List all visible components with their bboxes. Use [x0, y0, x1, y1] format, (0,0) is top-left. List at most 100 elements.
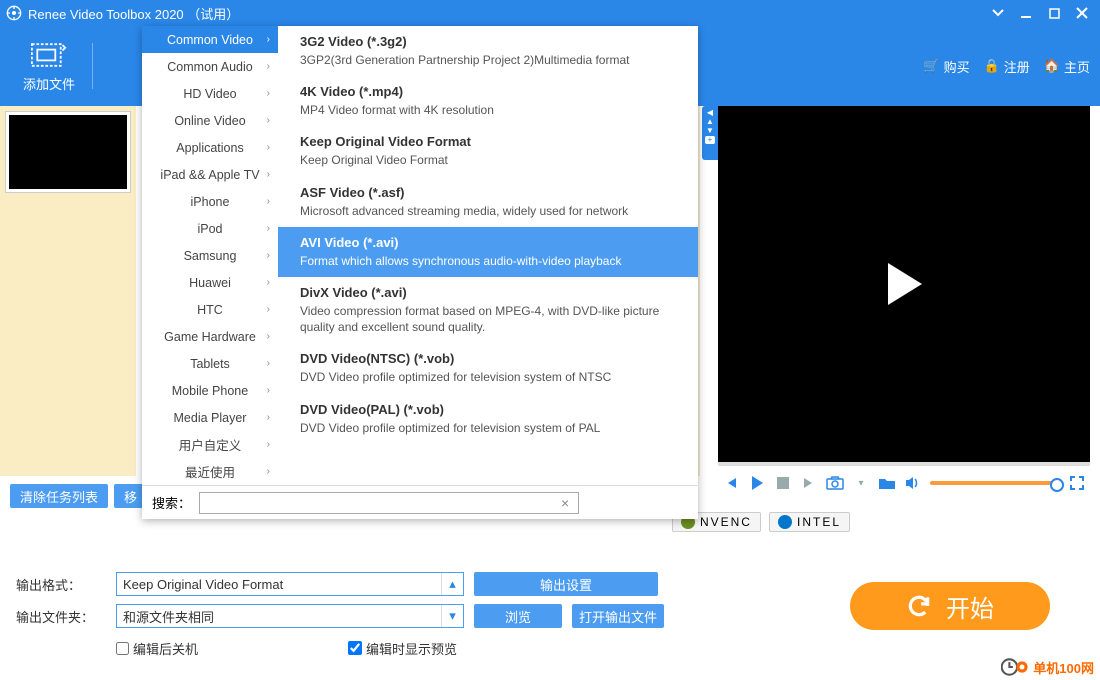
category-label: Game Hardware: [164, 330, 256, 344]
category-item[interactable]: HD Video ›: [142, 80, 278, 107]
category-label: Common Video: [167, 33, 253, 47]
volume-slider[interactable]: [930, 481, 1060, 485]
chevron-right-icon: ›: [267, 223, 270, 234]
brand-icon: [1001, 656, 1029, 678]
volume-icon[interactable]: [904, 474, 922, 492]
nvenc-label: NVENC: [700, 515, 752, 529]
open-output-button[interactable]: 打开输出文件: [572, 604, 664, 628]
format-desc: Microsoft advanced streaming media, wide…: [300, 203, 676, 219]
category-item[interactable]: Common Video ›: [142, 26, 278, 53]
category-item[interactable]: iPod ›: [142, 215, 278, 242]
browse-button[interactable]: 浏览: [474, 604, 562, 628]
category-label: iPhone: [191, 195, 230, 209]
app-title: Renee Video Toolbox 2020 （试用）: [28, 4, 239, 23]
category-item[interactable]: Mobile Phone ›: [142, 377, 278, 404]
play-button[interactable]: [748, 474, 766, 492]
category-item[interactable]: Samsung›: [142, 242, 278, 269]
category-label: Mobile Phone: [172, 384, 248, 398]
minimize-button[interactable]: [1014, 4, 1038, 22]
chevron-right-icon: ›: [267, 412, 270, 423]
category-item[interactable]: 最近使用›: [142, 458, 278, 485]
category-item[interactable]: 用户自定义›: [142, 431, 278, 458]
play-icon: [884, 261, 924, 307]
category-label: HD Video: [183, 87, 236, 101]
out-format-combo[interactable]: Keep Original Video Format ▴: [116, 572, 464, 596]
category-label: iPod: [197, 222, 222, 236]
chevron-right-icon: ›: [267, 196, 270, 207]
film-add-icon: [31, 40, 67, 70]
maximize-button[interactable]: [1042, 4, 1066, 22]
preview-controls: ▾: [718, 466, 1090, 496]
clear-tasks-button[interactable]: 清除任务列表: [10, 484, 108, 508]
close-button[interactable]: [1070, 4, 1094, 22]
intel-chip[interactable]: INTEL: [769, 512, 850, 532]
category-label: Common Audio: [167, 60, 252, 74]
format-item[interactable]: 4K Video (*.mp4)MP4 Video format with 4K…: [278, 76, 698, 126]
format-item[interactable]: Keep Original Video FormatKeep Original …: [278, 126, 698, 176]
home-label: 主页: [1064, 57, 1090, 76]
toolbar-separator: [92, 43, 93, 89]
category-item[interactable]: HTC›: [142, 296, 278, 323]
dropdown-button[interactable]: [986, 4, 1010, 22]
clear-search-icon[interactable]: ×: [561, 495, 569, 511]
category-item[interactable]: Huawei›: [142, 269, 278, 296]
category-item[interactable]: Online Video›: [142, 107, 278, 134]
shutdown-checkbox[interactable]: 编辑后关机: [116, 639, 198, 658]
next-button[interactable]: [800, 474, 818, 492]
chevron-right-icon: ›: [267, 142, 270, 153]
out-folder-combo[interactable]: 和源文件夹相同 ▾: [116, 604, 464, 628]
format-title: 4K Video (*.mp4): [300, 84, 676, 99]
video-thumbnail[interactable]: [6, 112, 130, 192]
prev-button[interactable]: [722, 474, 740, 492]
add-file-label: 添加文件: [23, 74, 75, 93]
format-dropdown-overlay: Common Video›Common Audio›HD Video›Onlin…: [142, 26, 698, 519]
format-item[interactable]: ASF Video (*.asf)Microsoft advanced stre…: [278, 177, 698, 227]
brand-logo[interactable]: 单机100网: [1001, 656, 1094, 678]
header-links: 🛒购买 🔒注册 🏠主页: [923, 57, 1090, 76]
cart-icon: 🛒: [923, 58, 939, 74]
format-item[interactable]: 3G2 Video (*.3g2)3GP2(3rd Generation Par…: [278, 26, 698, 76]
search-input[interactable]: [199, 492, 579, 514]
category-item[interactable]: Game Hardware›: [142, 323, 278, 350]
stop-button[interactable]: [774, 474, 792, 492]
category-item[interactable]: Tablets ›: [142, 350, 278, 377]
category-item[interactable]: Common Audio›: [142, 53, 278, 80]
format-item[interactable]: DVD Video(PAL) (*.vob)DVD Video profile …: [278, 394, 698, 444]
preview-video[interactable]: [718, 106, 1090, 462]
search-label: 搜索：: [152, 493, 191, 512]
thumbnail-strip: [0, 106, 136, 476]
add-file-button[interactable]: 添加文件: [10, 34, 88, 98]
open-folder-button[interactable]: [878, 474, 896, 492]
category-item[interactable]: Media Player›: [142, 404, 278, 431]
intel-label: INTEL: [797, 515, 841, 529]
home-link[interactable]: 🏠主页: [1044, 57, 1090, 76]
format-item[interactable]: DVD Video(NTSC) (*.vob)DVD Video profile…: [278, 343, 698, 393]
format-desc: DVD Video profile optimized for televisi…: [300, 420, 676, 436]
chevron-right-icon: ›: [267, 358, 270, 369]
fullscreen-button[interactable]: [1068, 474, 1086, 492]
chevron-right-icon: ›: [267, 88, 270, 99]
output-settings-button[interactable]: 输出设置: [474, 572, 658, 596]
chevron-right-icon: ›: [267, 385, 270, 396]
start-button[interactable]: 开始: [850, 582, 1050, 630]
category-item[interactable]: iPhone ›: [142, 188, 278, 215]
register-link[interactable]: 🔒注册: [984, 57, 1030, 76]
intel-icon: [778, 515, 792, 529]
preview-while-checkbox[interactable]: 编辑时显示预览: [348, 639, 457, 658]
chevron-right-icon: ›: [267, 34, 270, 45]
format-title: DivX Video (*.avi): [300, 285, 676, 300]
category-item[interactable]: iPad && Apple TV›: [142, 161, 278, 188]
out-format-label: 输出格式：: [16, 575, 106, 594]
snapshot-chevron[interactable]: ▾: [852, 474, 870, 492]
shutdown-label: 编辑后关机: [133, 639, 198, 658]
brand-text: 单机100网: [1033, 658, 1094, 677]
snapshot-button[interactable]: [826, 474, 844, 492]
panel-resize-handle[interactable]: ◀▲▼+: [702, 106, 718, 160]
category-item[interactable]: Applications›: [142, 134, 278, 161]
chevron-right-icon: ›: [267, 277, 270, 288]
category-label: Tablets: [190, 357, 230, 371]
buy-link[interactable]: 🛒购买: [923, 57, 969, 76]
format-desc: Format which allows synchronous audio-wi…: [300, 253, 676, 269]
format-item[interactable]: DivX Video (*.avi)Video compression form…: [278, 277, 698, 343]
format-item[interactable]: AVI Video (*.avi)Format which allows syn…: [278, 227, 698, 277]
